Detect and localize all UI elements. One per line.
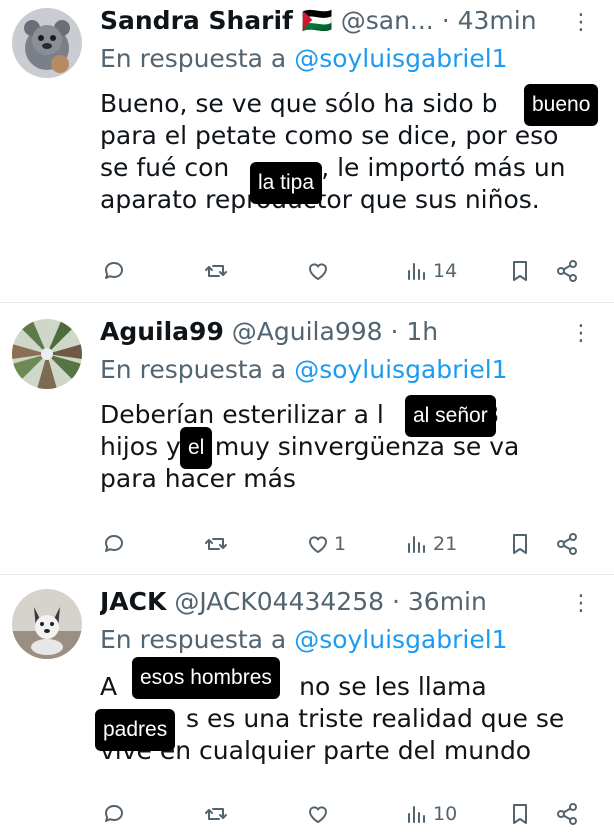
bookmark-button[interactable]: [508, 256, 532, 286]
bookmark-icon: [513, 534, 527, 554]
reply-icon: [105, 805, 123, 822]
more-icon[interactable]: ⋮: [570, 321, 592, 346]
like-icon: [309, 263, 327, 280]
views-icon: [408, 263, 425, 280]
avatar[interactable]: [12, 8, 82, 78]
like-icon: [309, 536, 327, 553]
more-icon[interactable]: ⋮: [570, 10, 592, 35]
retweet-button[interactable]: [204, 799, 228, 829]
text-line: Deberían esterilizar a la 8: [100, 400, 499, 429]
separator-dot: ·: [390, 317, 399, 346]
views-count: 14: [433, 260, 458, 282]
views-button[interactable]: 21: [405, 529, 457, 559]
bookmark-button[interactable]: [508, 799, 532, 829]
share-icon: [557, 803, 577, 825]
text-line: para el petate como se dice, por eso: [100, 121, 559, 150]
reply-to-handle[interactable]: @soyluisgabriel1: [294, 44, 507, 73]
redaction-label: padres: [95, 709, 176, 751]
reply-to-handle[interactable]: @soyluisgabriel1: [294, 355, 507, 384]
reply-context: En respuesta a @soyluisgabriel1: [100, 353, 508, 387]
views-button[interactable]: 14: [405, 256, 457, 286]
display-name[interactable]: Sandra Sharif 🇵🇸: [100, 6, 333, 35]
action-bar: 14: [100, 256, 600, 286]
retweet-button[interactable]: [204, 256, 228, 286]
timestamp[interactable]: 1h: [406, 317, 438, 346]
user-handle[interactable]: @Aguila998: [232, 317, 383, 346]
text-line: se fué con, le importó más un: [100, 153, 566, 182]
action-bar: 10: [100, 799, 600, 829]
tweet-text: Deberían esterilizar a la 8 hijos ymuy s…: [100, 399, 600, 495]
redaction-label: bueno: [524, 84, 599, 126]
retweet-icon: [205, 808, 227, 820]
redaction-label: la tipa: [250, 162, 323, 204]
views-count: 10: [433, 803, 458, 825]
tweet-3[interactable]: JACK @JACK04434258 · 36min ⋮ En respuest…: [0, 575, 614, 834]
reply-prefix: En respuesta a: [100, 355, 287, 384]
action-bar: 1 21: [100, 529, 600, 559]
bookmark-icon: [513, 261, 527, 281]
user-handle[interactable]: @JACK04434258: [174, 587, 384, 616]
like-button[interactable]: 1: [306, 529, 346, 559]
views-count: 21: [433, 533, 458, 555]
like-button[interactable]: [306, 799, 334, 829]
retweet-button[interactable]: [204, 529, 228, 559]
retweet-icon: [205, 265, 227, 277]
text-line: para hacer más: [100, 464, 296, 493]
tweet-header: Aguila99 @Aguila998 · 1h: [100, 315, 574, 349]
text-line: hijos y muy sinvergüenza se va: [100, 432, 520, 461]
reply-context: En respuesta a @soyluisgabriel1: [100, 42, 508, 76]
share-icon: [557, 260, 577, 282]
separator-dot: ·: [441, 6, 450, 35]
redaction-label: al señor: [405, 395, 496, 437]
like-button[interactable]: [306, 256, 334, 286]
text-line: aparato reproductor que sus niños.: [100, 185, 540, 214]
reply-prefix: En respuesta a: [100, 44, 287, 73]
like-count: 1: [334, 533, 347, 555]
timestamp[interactable]: 36min: [408, 587, 487, 616]
share-button[interactable]: [555, 799, 579, 829]
reply-context: En respuesta a @soyluisgabriel1: [100, 623, 508, 657]
more-icon[interactable]: ⋮: [570, 591, 592, 616]
bookmark-icon: [513, 804, 527, 824]
views-icon: [408, 536, 425, 553]
reply-icon: [105, 535, 123, 552]
tweet-2[interactable]: Aguila99 @Aguila998 · 1h ⋮ En respuesta …: [0, 303, 614, 573]
reply-button[interactable]: [102, 256, 126, 286]
tweet-header: JACK @JACK04434258 · 36min: [100, 585, 574, 619]
tweet-1[interactable]: Sandra Sharif 🇵🇸 @san... · 43min ⋮ En re…: [0, 0, 614, 300]
redaction-label: el: [180, 427, 213, 469]
tweet-header: Sandra Sharif 🇵🇸 @san... · 43min: [100, 4, 574, 38]
like-icon: [309, 806, 327, 823]
separator-dot: ·: [391, 587, 400, 616]
bookmark-button[interactable]: [508, 529, 532, 559]
redaction-label: esos hombres: [132, 657, 280, 699]
share-icon: [557, 533, 577, 555]
avatar[interactable]: [12, 589, 82, 659]
user-handle[interactable]: @san...: [341, 6, 434, 35]
avatar[interactable]: [12, 319, 82, 389]
retweet-icon: [205, 538, 227, 550]
reply-to-handle[interactable]: @soyluisgabriel1: [294, 625, 507, 654]
reply-button[interactable]: [102, 529, 126, 559]
reply-icon: [105, 262, 123, 279]
display-name[interactable]: JACK: [100, 587, 166, 616]
views-button[interactable]: 10: [405, 799, 457, 829]
reply-button[interactable]: [102, 799, 126, 829]
display-name[interactable]: Aguila99: [100, 317, 224, 346]
views-icon: [408, 806, 425, 823]
reply-prefix: En respuesta a: [100, 625, 287, 654]
timestamp[interactable]: 43min: [458, 6, 537, 35]
share-button[interactable]: [555, 256, 579, 286]
share-button[interactable]: [555, 529, 579, 559]
